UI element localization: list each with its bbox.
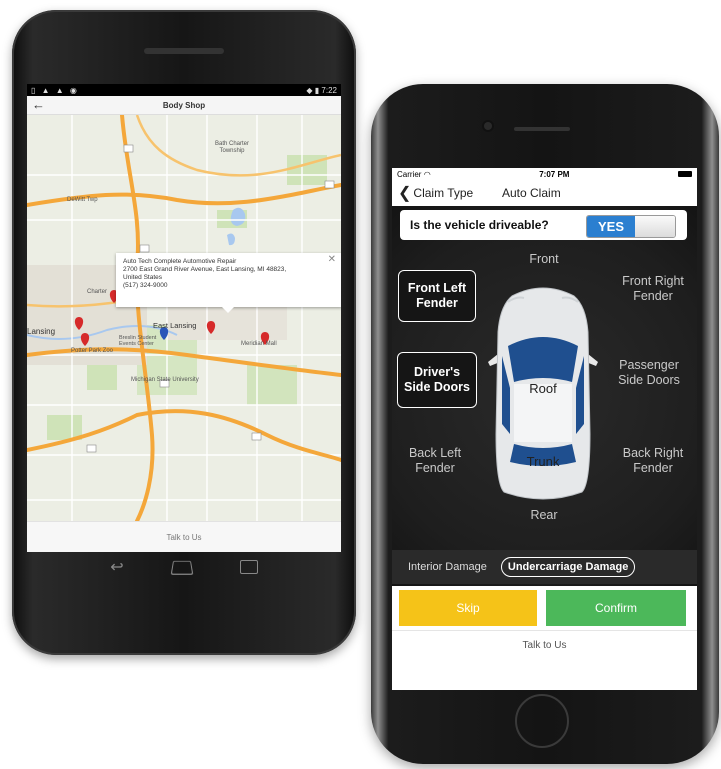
map-label: Breslin Student Events Center [119, 335, 157, 347]
talk-to-us-button[interactable]: Talk to Us [27, 521, 341, 552]
front-camera [484, 122, 492, 130]
confirm-button[interactable]: Confirm [546, 590, 686, 626]
zone-trunk[interactable]: Trunk [520, 454, 566, 470]
home-button[interactable] [515, 694, 569, 748]
nav-back-icon[interactable]: ↩ [110, 557, 123, 577]
map-view[interactable]: Bath Charter Township DeWitt Twp East La… [27, 113, 341, 523]
map-label: Lansing [27, 327, 56, 336]
back-label: Claim Type [413, 186, 474, 200]
shop-phone[interactable]: (517) 324-9000 [123, 282, 335, 290]
carrier-label: Carrier [397, 169, 422, 179]
shop-address: 2700 East Grand River Avenue, East Lansi… [123, 266, 287, 281]
skip-button[interactable]: Skip [399, 590, 537, 626]
battery-icon [678, 171, 692, 177]
iphone-screen: Carrier ◠ 7:07 PM ❮ Claim Type Auto Clai… [392, 168, 697, 690]
zone-drivers-side-doors[interactable]: Driver's Side Doors [397, 352, 477, 408]
status-time: 7:07 PM [539, 169, 570, 179]
zone-front[interactable]: Front [516, 252, 572, 268]
android-status-bar: ▯ ▲ ▲ ◉ ◆ ▮ 7:22 [27, 84, 341, 96]
status-right: ◆ ▮ 7:22 [306, 86, 337, 95]
talk-to-us-button[interactable]: Talk to Us [392, 630, 697, 659]
map-label: Potter Park Zoo [71, 348, 114, 354]
zone-back-left-fender[interactable]: Back Left Fender [406, 446, 464, 494]
page-title: Body Shop [162, 100, 206, 110]
shop-name: Auto Tech Complete Automotive Repair [123, 258, 237, 265]
zone-front-left-fender[interactable]: Front Left Fender [398, 270, 476, 322]
map-label: DeWitt Twp [67, 197, 98, 203]
notification-icons: ▯ ▲ ▲ ◉ [31, 85, 79, 95]
close-icon[interactable]: ✕ [328, 255, 336, 265]
back-button[interactable]: ❮ Claim Type [398, 183, 473, 203]
map-label: Bath Charter Township [214, 141, 250, 154]
android-phone: ▯ ▲ ▲ ◉ ◆ ▮ 7:22 ← Body Shop Bath Charte… [12, 10, 356, 655]
driveable-row: Is the vehicle driveable? YES [400, 210, 687, 240]
ios-status-bar: Carrier ◠ 7:07 PM [392, 168, 697, 180]
android-screen: ▯ ▲ ▲ ◉ ◆ ▮ 7:22 ← Body Shop Bath Charte… [27, 84, 341, 552]
wifi-battery-icon: ◆ ▮ [306, 85, 322, 95]
back-arrow-icon[interactable]: ← [32, 97, 45, 112]
map-label: East Lansing [153, 321, 197, 330]
zone-front-right-fender[interactable]: Front Right Fender [618, 274, 688, 322]
toggle-on-label: YES [587, 216, 635, 237]
android-nav-bar: ↩ [12, 552, 356, 582]
damage-selector: Is the vehicle driveable? YES Front Fron… [392, 206, 697, 586]
page-title: Auto Claim [502, 186, 561, 200]
map-graphic [27, 113, 341, 523]
ios-nav-bar: ❮ Claim Type Auto Claim [392, 180, 697, 207]
undercarriage-damage-option[interactable]: Undercarriage Damage [500, 557, 636, 577]
popup-tail [222, 307, 234, 313]
chevron-left-icon: ❮ [398, 185, 412, 202]
extra-damage-row: Interior Damage Undercarriage Damage [392, 550, 697, 584]
interior-damage-option[interactable]: Interior Damage [408, 561, 487, 573]
earpiece-speaker [144, 48, 224, 54]
carrier: Carrier ◠ [397, 170, 431, 179]
map-label: Michigan State University [131, 377, 199, 383]
zone-passenger-side-doors[interactable]: Passenger Side Doors [605, 358, 693, 406]
status-time: 7:22 [321, 85, 337, 95]
driveable-question: Is the vehicle driveable? [410, 218, 549, 232]
info-window[interactable]: ✕ Auto Tech Complete Automotive Repair 2… [116, 253, 341, 313]
earpiece-speaker [514, 127, 570, 131]
android-app-bar: ← Body Shop [27, 96, 341, 115]
nav-home-icon[interactable] [170, 560, 194, 575]
nav-recents-icon[interactable] [239, 560, 258, 574]
map-label: Meridian Mall [241, 341, 277, 347]
action-buttons: Skip Confirm [392, 586, 697, 628]
wifi-icon: ◠ [423, 169, 431, 179]
iphone: Carrier ◠ 7:07 PM ❮ Claim Type Auto Clai… [371, 84, 719, 764]
zone-rear[interactable]: Rear [516, 508, 572, 524]
driveable-toggle[interactable]: YES [586, 215, 676, 238]
map-label: Charter [87, 289, 108, 295]
zone-back-right-fender[interactable]: Back Right Fender [618, 446, 688, 494]
toggle-knob[interactable] [635, 216, 675, 237]
zone-roof[interactable]: Roof [523, 381, 563, 399]
